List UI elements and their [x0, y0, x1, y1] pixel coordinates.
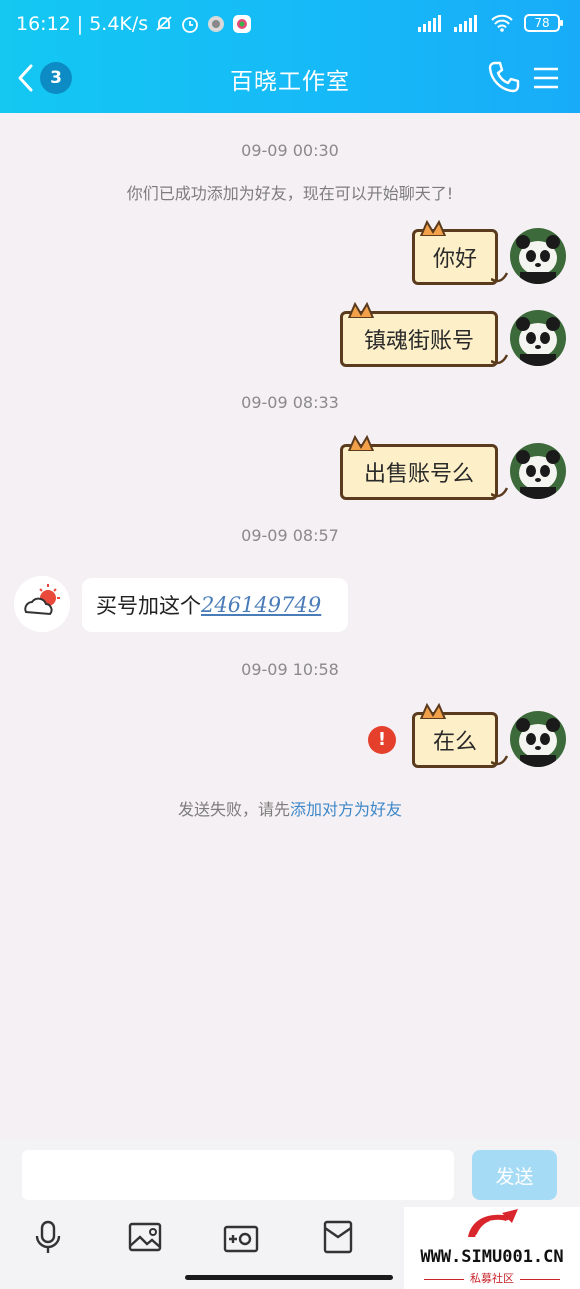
weather-avatar-icon [14, 576, 70, 632]
menu-icon[interactable] [532, 64, 560, 92]
watermark-url: WWW.SIMU001.CN [420, 1247, 564, 1267]
timestamp: 09-09 08:57 [241, 526, 339, 545]
watermark-subtitle: 私募社区 [404, 1270, 580, 1286]
send-failed-notice: 发送失败，请先添加对方为好友 [0, 796, 580, 820]
signal-hd-icon [454, 15, 477, 32]
panda-avatar-icon [510, 443, 566, 499]
panda-avatar-icon [510, 228, 566, 284]
message-input[interactable] [22, 1150, 454, 1200]
battery-icon: 78 [524, 14, 563, 32]
status-time: 16:12 [16, 13, 71, 35]
message-text: 镇魂街账号 [363, 329, 474, 354]
cat-ear-decoration [419, 220, 447, 236]
phone-icon[interactable] [487, 60, 521, 94]
cat-tail-decoration [491, 755, 509, 766]
wifi-icon [491, 14, 513, 32]
send-button[interactable]: 发送 [472, 1150, 557, 1200]
send-failed-icon[interactable]: ! [368, 726, 396, 754]
header: 16:12 | 5.4K/s 78 3 百晓工作室 [0, 0, 580, 113]
timestamp: 09-09 00:30 [241, 141, 339, 160]
app-icon [208, 16, 225, 32]
red-packet-icon[interactable] [320, 1219, 356, 1255]
panda-avatar-icon [510, 711, 566, 767]
cat-ear-decoration [347, 435, 375, 451]
avatar[interactable] [510, 228, 566, 284]
home-indicator [185, 1275, 393, 1280]
avatar[interactable] [510, 711, 566, 767]
message-bubble[interactable]: 出售账号么 [340, 435, 509, 500]
image-icon[interactable] [127, 1219, 163, 1255]
avatar[interactable] [510, 443, 566, 499]
cat-ear-decoration [347, 302, 375, 318]
alarm-icon [182, 17, 199, 33]
message-text: 买号加这个 [96, 594, 201, 618]
watermark-logo-icon [468, 1209, 518, 1239]
mute-bell-icon [156, 16, 172, 31]
cat-tail-decoration [491, 487, 509, 498]
timestamp: 09-09 10:58 [241, 660, 339, 679]
add-friend-link[interactable]: 添加对方为好友 [290, 800, 402, 819]
fail-notice-text: 发送失败，请先 [177, 800, 290, 819]
message-text: 在么 [432, 730, 477, 755]
app-icon [233, 15, 252, 33]
phone-number-link[interactable]: 246149749 [201, 593, 321, 617]
panda-avatar-icon [510, 310, 566, 366]
timestamp: 09-09 08:33 [241, 393, 339, 412]
message-bubble[interactable]: 镇魂街账号 [340, 302, 509, 367]
cat-tail-decoration [491, 272, 509, 283]
message-bubble[interactable]: 买号加这个 246149749 [82, 578, 348, 632]
status-speed: | 5.4K/s [76, 13, 149, 35]
camera-icon[interactable] [223, 1219, 259, 1255]
avatar[interactable] [14, 576, 70, 632]
cat-tail-decoration [491, 354, 509, 365]
cat-ear-decoration [419, 703, 447, 719]
avatar[interactable] [510, 310, 566, 366]
system-message: 你们已成功添加为好友，现在可以开始聊天了! [126, 184, 454, 203]
message-bubble[interactable]: 在么 [412, 703, 509, 768]
message-text: 你好 [432, 247, 477, 272]
message-text: 出售账号么 [363, 462, 474, 487]
status-bar: 16:12 | 5.4K/s 78 [0, 0, 580, 50]
signal-icon [418, 15, 441, 32]
watermark: WWW.SIMU001.CN 私募社区 [404, 1207, 580, 1289]
message-bubble[interactable]: 你好 [412, 220, 509, 285]
microphone-icon[interactable] [30, 1219, 66, 1255]
